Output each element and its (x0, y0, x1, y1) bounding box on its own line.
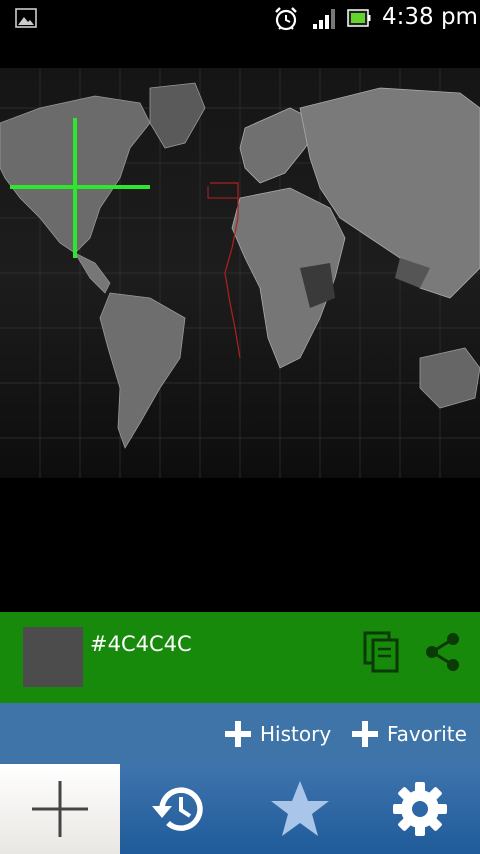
plus-icon (32, 781, 88, 837)
tab-history[interactable] (120, 764, 240, 854)
bottom-tab-bar (0, 764, 480, 854)
battery-icon (347, 9, 371, 27)
plus-icon (352, 720, 378, 747)
add-to-favorite-label: Favorite (387, 721, 467, 746)
status-time: 4:38 pm (382, 4, 478, 30)
copy-icon[interactable] (362, 630, 402, 674)
add-to-history-label: History (260, 721, 332, 746)
status-bar: 4:38 pm (0, 0, 480, 38)
crosshair-icon[interactable] (10, 118, 150, 258)
alarm-icon (275, 7, 297, 31)
share-icon[interactable] (420, 630, 464, 674)
color-swatch (23, 627, 83, 687)
add-to-favorite-button[interactable]: Favorite (352, 703, 467, 764)
camera-preview[interactable] (0, 38, 480, 612)
tab-picker[interactable] (0, 764, 120, 854)
history-icon (152, 787, 203, 831)
action-bar: History Favorite (0, 703, 480, 764)
tab-settings[interactable] (360, 764, 480, 854)
add-to-history-button[interactable]: History (225, 703, 331, 764)
gear-icon (393, 782, 447, 836)
color-hex-value: #4C4C4C (90, 632, 192, 656)
gallery-icon (15, 8, 37, 28)
color-result-panel: #4C4C4C (0, 612, 480, 703)
tab-favorites[interactable] (240, 764, 360, 854)
plus-icon (225, 720, 251, 747)
signal-icon (313, 9, 335, 29)
star-icon (271, 781, 329, 836)
